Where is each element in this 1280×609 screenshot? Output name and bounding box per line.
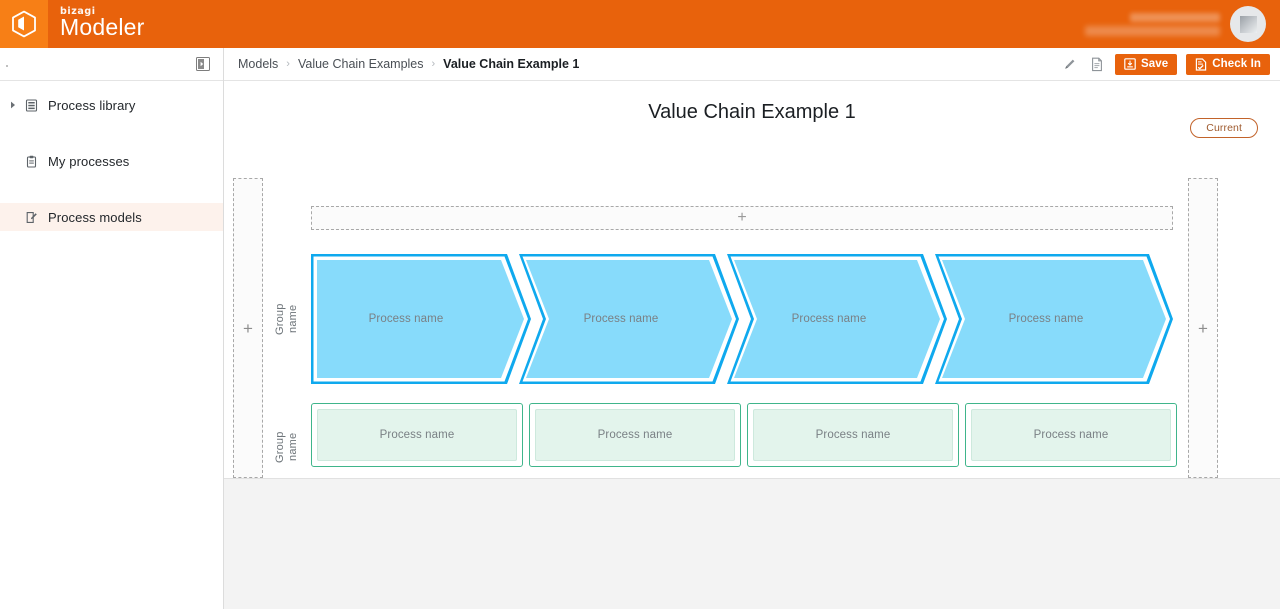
- plus-icon: +: [1198, 318, 1208, 338]
- process-box-3[interactable]: Process name: [747, 403, 959, 467]
- library-list-icon: [22, 98, 40, 112]
- process-box-label: Process name: [753, 409, 953, 461]
- plus-icon: +: [737, 209, 747, 226]
- process-box-4[interactable]: Process name: [965, 403, 1177, 467]
- brand-title: Modeler: [60, 13, 145, 40]
- chevron-shape-3[interactable]: Process name: [727, 254, 947, 384]
- sidebar-nav: Process library My processes Process mod…: [0, 81, 223, 231]
- app-header: bizagi Modeler: [0, 0, 1280, 48]
- check-in-icon: [1195, 57, 1207, 71]
- save-button[interactable]: Save: [1115, 53, 1178, 75]
- plus-icon: +: [243, 318, 253, 338]
- save-button-label: Save: [1141, 58, 1169, 70]
- bizagi-cube-icon: [11, 10, 37, 38]
- collapse-panel-icon[interactable]: [194, 55, 212, 73]
- canvas-empty-area: [224, 478, 1280, 609]
- avatar-image: [1239, 15, 1257, 33]
- app-logo-tile[interactable]: [0, 0, 48, 48]
- breadcrumb-item-current: Value Chain Example 1: [443, 57, 580, 71]
- sidebar-item-process-library[interactable]: Process library: [0, 91, 223, 119]
- chevron-right-icon[interactable]: [6, 101, 20, 109]
- chevron-label: Process name: [583, 313, 659, 325]
- process-box-label: Process name: [971, 409, 1171, 461]
- breadcrumb-item-value-chain-examples[interactable]: Value Chain Examples: [298, 57, 424, 71]
- add-row-top-button[interactable]: +: [311, 206, 1173, 230]
- sidebar-item-label: Process models: [48, 209, 142, 225]
- chevron-shape-4[interactable]: Process name: [935, 254, 1173, 384]
- chevron-label: Process name: [791, 313, 867, 325]
- process-box-2[interactable]: Process name: [529, 403, 741, 467]
- sidebar-item-label: My processes: [48, 153, 130, 169]
- sidebar-dot: [6, 65, 8, 67]
- add-column-right-button[interactable]: +: [1188, 178, 1218, 478]
- check-in-button[interactable]: Check In: [1186, 53, 1270, 75]
- header-right-cluster: [1085, 6, 1280, 42]
- brand-subtitle: bizagi: [60, 6, 96, 18]
- pencil-icon[interactable]: [1061, 55, 1079, 73]
- breadcrumb-item-models[interactable]: Models: [238, 57, 278, 71]
- group-label-row-1[interactable]: Group name: [273, 259, 301, 379]
- status-badge: Current: [1190, 118, 1258, 138]
- app-brand: bizagi Modeler: [60, 7, 145, 41]
- chevron-label: Process name: [1008, 313, 1084, 325]
- left-sidebar: Process library My processes Process mod…: [0, 48, 224, 609]
- group-label-row-2[interactable]: Group name: [273, 406, 301, 488]
- clipboard-icon: [22, 155, 40, 168]
- breadcrumb-separator: ›: [286, 58, 290, 70]
- document-icon[interactable]: [1088, 55, 1106, 73]
- sidebar-item-my-processes[interactable]: My processes: [0, 147, 223, 175]
- content-area: Models › Value Chain Examples › Value Ch…: [224, 48, 1280, 609]
- sidebar-item-label: Process library: [48, 97, 136, 113]
- user-name-redacted: [1130, 12, 1220, 22]
- chevron-shape-1[interactable]: Process name: [311, 254, 531, 384]
- check-in-button-label: Check In: [1212, 58, 1261, 70]
- sidebar-header: [0, 48, 223, 81]
- page-title: Value Chain Example 1: [648, 101, 856, 123]
- breadcrumb-bar: Models › Value Chain Examples › Value Ch…: [224, 48, 1280, 81]
- toolbar-actions: Save Check In: [1061, 53, 1270, 75]
- chevron-shape-2[interactable]: Process name: [519, 254, 739, 384]
- edit-document-icon: [22, 211, 40, 224]
- diagram-canvas[interactable]: Value Chain Example 1 Current + + + Grou…: [224, 81, 1280, 609]
- add-column-left-button[interactable]: +: [233, 178, 263, 478]
- user-org-redacted: [1085, 25, 1220, 36]
- process-box-1[interactable]: Process name: [311, 403, 523, 467]
- breadcrumb-separator: ›: [431, 58, 436, 70]
- process-box-label: Process name: [535, 409, 735, 461]
- avatar[interactable]: [1230, 6, 1266, 42]
- chevron-label: Process name: [368, 313, 444, 325]
- process-box-label: Process name: [317, 409, 517, 461]
- save-disk-icon: [1124, 58, 1136, 70]
- sidebar-item-process-models[interactable]: Process models: [0, 203, 223, 231]
- user-info-redacted: [1085, 12, 1220, 36]
